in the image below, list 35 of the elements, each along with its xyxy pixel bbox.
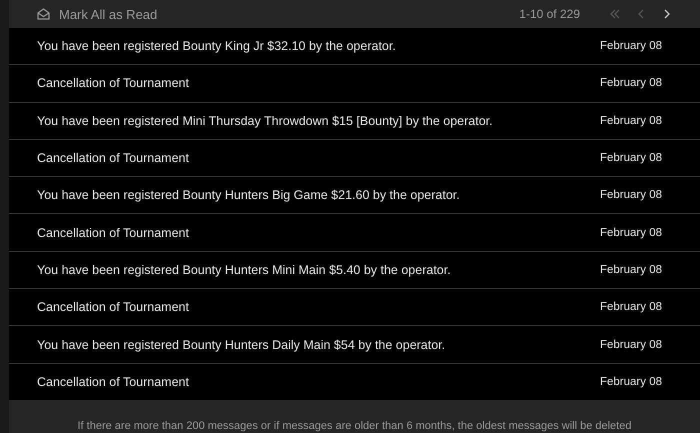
message-text: Cancellation of Tournament xyxy=(37,374,189,389)
message-text: Cancellation of Tournament xyxy=(37,300,189,314)
message-row[interactable]: Cancellation of Tournament February 08 xyxy=(9,214,700,252)
footer-note: If there are more than 200 messages or if messages are older than 6 months, the oldest messages will be deleted xyxy=(78,420,632,432)
message-row[interactable]: You have been registered Mini Thursday Throwdown $15 [Bounty] by the operator. February 08 xyxy=(9,102,700,140)
message-row[interactable]: Cancellation of Tournament February 08 xyxy=(9,289,700,326)
message-date: February 08 xyxy=(600,77,662,90)
message-text: Cancellation of Tournament xyxy=(37,151,189,166)
message-text: You have been registered Bounty Hunters Big Game $21.60 by the operator. xyxy=(37,188,460,202)
message-text: Cancellation of Tournament xyxy=(37,226,189,240)
message-text: You have been registered Bounty King Jr $32.10 by the operator. xyxy=(37,39,396,54)
message-text: You have been registered Mini Thursday Throwdown $15 [Bounty] by the operator. xyxy=(37,114,493,128)
message-row[interactable]: Cancellation of Tournament February 08 xyxy=(9,140,700,178)
page-range: 1-10 of 229 xyxy=(519,7,580,21)
message-row[interactable]: You have been registered Bounty Hunters Mini Main $5.40 by the operator. February 08 xyxy=(9,252,700,290)
double-chevron-left-icon xyxy=(609,8,621,20)
message-date: February 08 xyxy=(600,338,662,351)
message-text: Cancellation of Tournament xyxy=(37,76,189,90)
message-row[interactable]: You have been registered Bounty King Jr $32.10 by the operator. February 08 xyxy=(9,28,700,66)
message-text: You have been registered Bounty Hunters Mini Main $5.40 by the operator. xyxy=(37,262,451,277)
message-date: February 08 xyxy=(600,114,662,127)
message-row[interactable]: Cancellation of Tournament February 08 xyxy=(9,65,700,103)
message-date: February 08 xyxy=(600,40,662,52)
message-date: February 08 xyxy=(600,376,662,388)
message-row[interactable]: Cancellation of Tournament February 08 xyxy=(9,364,700,400)
message-date: February 08 xyxy=(600,264,662,276)
message-row[interactable]: You have been registered Bounty Hunters Big Game $21.60 by the operator. February 08 xyxy=(9,177,700,214)
message-date: February 08 xyxy=(600,152,662,164)
message-row[interactable]: You have been registered Bounty Hunters Daily Main $54 by the operator. February 08 xyxy=(9,326,700,364)
message-date: February 08 xyxy=(600,189,662,202)
envelope-icon xyxy=(37,8,50,20)
message-date: February 08 xyxy=(600,226,662,239)
message-date: February 08 xyxy=(600,301,662,314)
message-text: You have been registered Bounty Hunters Daily Main $54 by the operator. xyxy=(37,338,446,352)
mark-all-read-button[interactable]: Mark All as Read xyxy=(37,6,158,22)
